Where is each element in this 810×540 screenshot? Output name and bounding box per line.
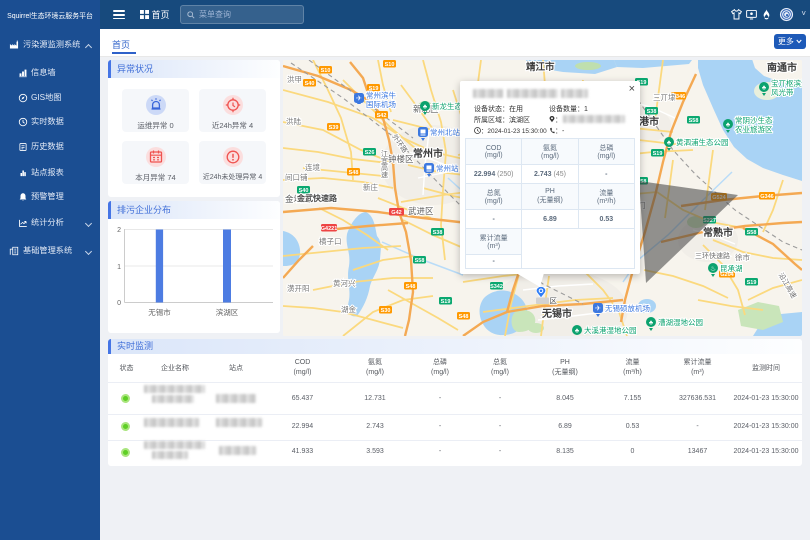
svg-text:S39: S39 [329,125,339,131]
svg-text:S48: S48 [349,170,359,176]
svg-text:区: 区 [550,297,558,306]
svg-text:S19: S19 [653,151,663,157]
svg-text:S58: S58 [415,258,425,264]
svg-text:大溪港湿地公园: 大溪港湿地公园 [584,325,637,335]
svg-text:湖金: 湖金 [341,304,356,314]
svg-text:S48: S48 [406,284,416,290]
svg-text:S19: S19 [441,299,451,305]
svg-text:新庄: 新庄 [363,182,378,192]
svg-text:风光带: 风光带 [771,87,794,97]
svg-text:无锡市: 无锡市 [148,307,171,317]
svg-text:1: 1 [117,264,121,271]
svg-text:靖江市: 靖江市 [526,61,555,73]
svg-text:江宜高速: 江宜高速 [381,150,389,179]
svg-text:S342: S342 [490,284,503,290]
svg-text:S10: S10 [385,62,395,68]
svg-text:♣: ♣ [423,104,428,111]
svg-text:S38: S38 [647,109,657,115]
svg-text:S58: S58 [747,230,757,236]
svg-text:洪陆: 洪陆 [286,116,301,126]
svg-text:♣: ♣ [726,122,731,129]
svg-text:农业旅游区: 农业旅游区 [735,124,773,134]
svg-text:0: 0 [117,300,121,307]
svg-text:武进区: 武进区 [408,206,434,216]
svg-text:S58: S58 [689,118,699,124]
svg-text:✈: ✈ [595,306,601,313]
svg-text:常州滨牛: 常州滨牛 [366,90,396,100]
svg-text:♣: ♣ [762,85,767,92]
svg-text:金武快速路: 金武快速路 [296,193,338,203]
svg-text:黄河兴: 黄河兴 [333,278,356,288]
svg-text:常熟市: 常熟市 [703,226,733,239]
svg-text:♣: ♣ [575,328,580,335]
svg-text:S42: S42 [377,113,387,119]
svg-text:常州站: 常州站 [436,163,459,173]
svg-text:横子口: 横子口 [319,236,342,246]
svg-text:国际机场: 国际机场 [366,99,396,109]
svg-text:S38: S38 [433,230,443,236]
svg-text:无锡市: 无锡市 [541,307,572,320]
svg-text:徐市: 徐市 [735,252,750,262]
svg-text:南通市: 南通市 [767,61,797,74]
svg-text:间口铺: 间口铺 [285,172,308,182]
svg-text:无锡硕放机场: 无锡硕放机场 [605,303,650,313]
svg-text:三丌埭: 三丌埭 [653,93,676,102]
svg-text:洪甲: 洪甲 [287,74,302,84]
svg-text:宝丌枢滨江: 宝丌枢滨江 [771,78,802,88]
svg-text:黄泗浦生态公园: 黄泗浦生态公园 [676,137,729,147]
svg-text:♣: ♣ [667,140,672,147]
svg-text:漕湖湿地公园: 漕湖湿地公园 [658,317,703,327]
svg-text:G4221: G4221 [321,226,338,232]
svg-text:S48: S48 [459,314,469,320]
svg-text:S19: S19 [747,280,757,286]
svg-text:♨: ♨ [710,265,716,273]
svg-text:潢开阳: 潢开阳 [287,283,310,293]
svg-text:S30: S30 [381,308,391,314]
svg-text:钟楼区: 钟楼区 [388,154,414,164]
svg-text:S26: S26 [365,150,375,156]
svg-text:连境: 连境 [305,162,320,172]
svg-text:三环快速路: 三环快速路 [695,251,730,260]
svg-text:S10: S10 [321,68,331,74]
svg-text:滨湖区: 滨湖区 [216,307,239,317]
svg-text:2: 2 [117,227,121,234]
svg-text:常州北站: 常州北站 [430,127,460,137]
svg-text:昆承湖: 昆承湖 [720,264,743,273]
svg-text:♣: ♣ [649,320,654,327]
svg-text:✈: ✈ [356,96,362,103]
svg-text:常阴沙生态: 常阴沙生态 [735,115,773,125]
svg-text:S40: S40 [305,81,315,87]
svg-text:G346: G346 [760,194,773,200]
svg-text:G42: G42 [391,210,401,216]
svg-text:常州市: 常州市 [413,147,443,160]
